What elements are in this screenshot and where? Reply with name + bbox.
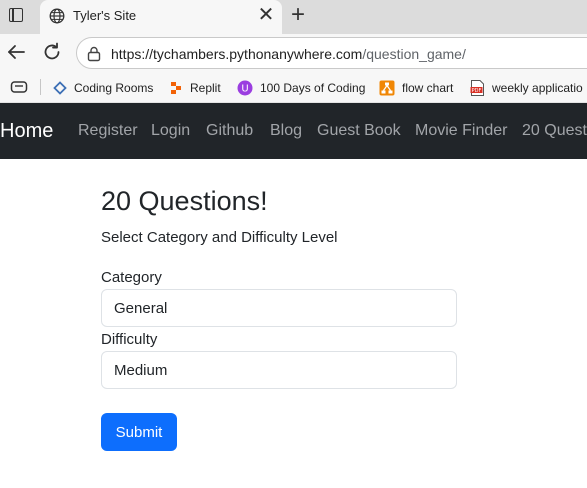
bookmark-label: Replit [190,81,221,95]
svg-text:PDF: PDF [472,88,482,94]
submit-button[interactable]: Submit [101,413,177,451]
nav-link-github[interactable]: Github [206,122,253,140]
nav-link-blog[interactable]: Blog [270,122,302,140]
nav-link-guest-book[interactable]: Guest Book [317,122,401,140]
browser-toolbar: https://tychambers.pythonanywhere.com/qu… [0,34,587,72]
browser-tab-active[interactable]: Tyler's Site ✕ [40,0,282,34]
coding-rooms-icon [53,81,67,95]
site-info-lock-icon[interactable] [85,45,103,63]
nav-link-register[interactable]: Register [78,122,138,140]
site-navbar: Home Register Login Github Blog Guest Bo… [0,103,587,159]
category-select[interactable]: General [101,289,457,327]
address-bar[interactable]: https://tychambers.pythonanywhere.com/qu… [76,37,587,69]
bookmarks-separator [40,79,41,95]
url-text: https://tychambers.pythonanywhere.com/qu… [111,46,466,62]
flow-chart-icon [379,80,395,96]
category-selected-value: General [114,300,168,317]
navbar-brand-home[interactable]: Home [0,120,53,143]
tab-actions-icon[interactable] [9,8,23,22]
page-title: 20 Questions! [101,186,268,216]
bookmark-flow-chart[interactable]: flow chart [379,79,453,97]
nav-link-20-questions[interactable]: 20 Questions [522,122,587,140]
reload-icon[interactable] [41,41,63,63]
replit-icon [171,82,181,94]
category-label: Category [101,269,162,286]
replit-100-days-icon: U [237,80,253,96]
close-tab-icon[interactable]: ✕ [257,5,275,25]
nav-link-login[interactable]: Login [151,122,190,140]
browser-tab-strip: Tyler's Site ✕ + [0,0,587,34]
bookmark-label: weekly applicatio [492,81,583,95]
bookmark-label: flow chart [402,81,454,95]
url-host: https://tychambers.pythonanywhere.com [111,46,363,62]
bookmark-label: 100 Days of Coding [260,81,366,95]
url-path: /question_game/ [362,46,466,62]
globe-icon [49,8,65,24]
bookmark-replit[interactable]: Replit [169,79,221,97]
svg-text:U: U [241,84,248,95]
bookmark-label: Coding Rooms [74,81,154,95]
pdf-icon: PDF [470,80,484,96]
collections-icon[interactable] [10,80,28,94]
nav-link-movie-finder[interactable]: Movie Finder [415,122,507,140]
bookmark-weekly-application[interactable]: PDF weekly applicatio [470,79,583,97]
difficulty-label: Difficulty [101,331,158,348]
new-tab-button[interactable]: + [286,3,310,27]
difficulty-select[interactable]: Medium [101,351,457,389]
bookmark-coding-rooms[interactable]: Coding Rooms [53,79,153,97]
difficulty-selected-value: Medium [114,362,168,379]
tab-title: Tyler's Site [73,8,137,23]
back-arrow-icon[interactable] [5,41,27,63]
page-subtitle: Select Category and Difficulty Level [101,229,338,246]
bookmark-100-days[interactable]: U 100 Days of Coding [237,79,365,97]
bookmarks-bar: Coding Rooms Replit U 100 Days of Coding… [0,72,587,103]
